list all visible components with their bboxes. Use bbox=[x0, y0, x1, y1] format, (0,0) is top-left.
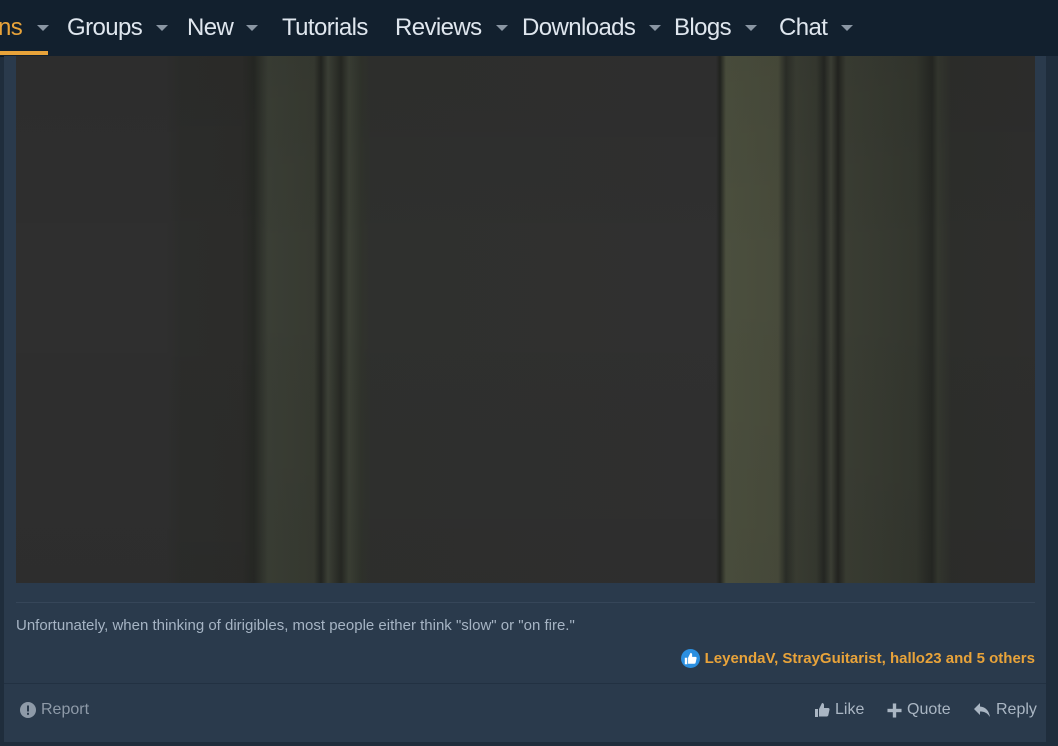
nav-item-new[interactable]: New bbox=[187, 0, 259, 56]
nav-item-partial[interactable]: ns bbox=[0, 0, 50, 56]
top-navigation: ns Groups New Tutorials Reviews Download… bbox=[0, 0, 1058, 57]
nav-item-label: Reviews bbox=[395, 14, 482, 41]
nav-item-downloads[interactable]: Downloads bbox=[522, 0, 662, 56]
reaction-users-link[interactable]: LeyendaV, StrayGuitarist, hallo23 and 5 … bbox=[705, 650, 1035, 667]
like-button[interactable]: Like bbox=[814, 701, 864, 719]
nav-item-label: Tutorials bbox=[282, 14, 368, 41]
page-edge bbox=[1046, 56, 1058, 746]
image-shade bbox=[16, 56, 1035, 583]
reply-arrow-icon bbox=[974, 703, 990, 717]
nav-item-label: Downloads bbox=[522, 14, 636, 41]
quote-button[interactable]: Quote bbox=[887, 701, 951, 719]
chevron-down-icon[interactable] bbox=[246, 25, 259, 31]
user-signature: Unfortunately, when thinking of dirigibl… bbox=[16, 617, 575, 634]
nav-item-label: Chat bbox=[779, 14, 828, 41]
nav-item-label: ns bbox=[0, 14, 23, 41]
chevron-down-icon[interactable] bbox=[37, 25, 50, 31]
like-label: Like bbox=[835, 701, 865, 718]
chevron-down-icon[interactable] bbox=[495, 25, 508, 31]
reactions-summary[interactable]: LeyendaV, StrayGuitarist, hallo23 and 5 … bbox=[680, 649, 1035, 668]
nav-item-blogs[interactable]: Blogs bbox=[674, 0, 758, 56]
nav-item-chat[interactable]: Chat bbox=[779, 0, 854, 56]
chevron-down-icon[interactable] bbox=[156, 25, 169, 31]
nav-item-groups[interactable]: Groups bbox=[67, 0, 169, 56]
exclamation-circle-icon bbox=[20, 702, 36, 718]
report-button[interactable]: Report bbox=[20, 701, 89, 719]
quote-label: Quote bbox=[907, 701, 951, 718]
nav-item-tutorials[interactable]: Tutorials bbox=[282, 0, 368, 56]
actions-divider bbox=[4, 683, 1046, 684]
plus-icon bbox=[887, 702, 902, 718]
reply-label: Reply bbox=[996, 701, 1037, 718]
nav-item-label: Groups bbox=[67, 14, 143, 41]
post-image[interactable] bbox=[16, 56, 1035, 583]
nav-item-label: New bbox=[187, 14, 234, 41]
forum-post: Unfortunately, when thinking of dirigibl… bbox=[4, 56, 1046, 742]
signature-divider bbox=[16, 602, 1035, 603]
thumbs-up-icon bbox=[815, 703, 830, 717]
nav-item-reviews[interactable]: Reviews bbox=[395, 0, 508, 56]
nav-item-label: Blogs bbox=[674, 14, 732, 41]
report-label: Report bbox=[41, 701, 90, 718]
reply-button[interactable]: Reply bbox=[973, 701, 1037, 719]
active-tab-indicator bbox=[0, 51, 48, 55]
chevron-down-icon[interactable] bbox=[745, 25, 758, 31]
chevron-down-icon[interactable] bbox=[841, 25, 854, 31]
chevron-down-icon[interactable] bbox=[649, 25, 662, 31]
thumbs-up-icon bbox=[680, 649, 700, 668]
